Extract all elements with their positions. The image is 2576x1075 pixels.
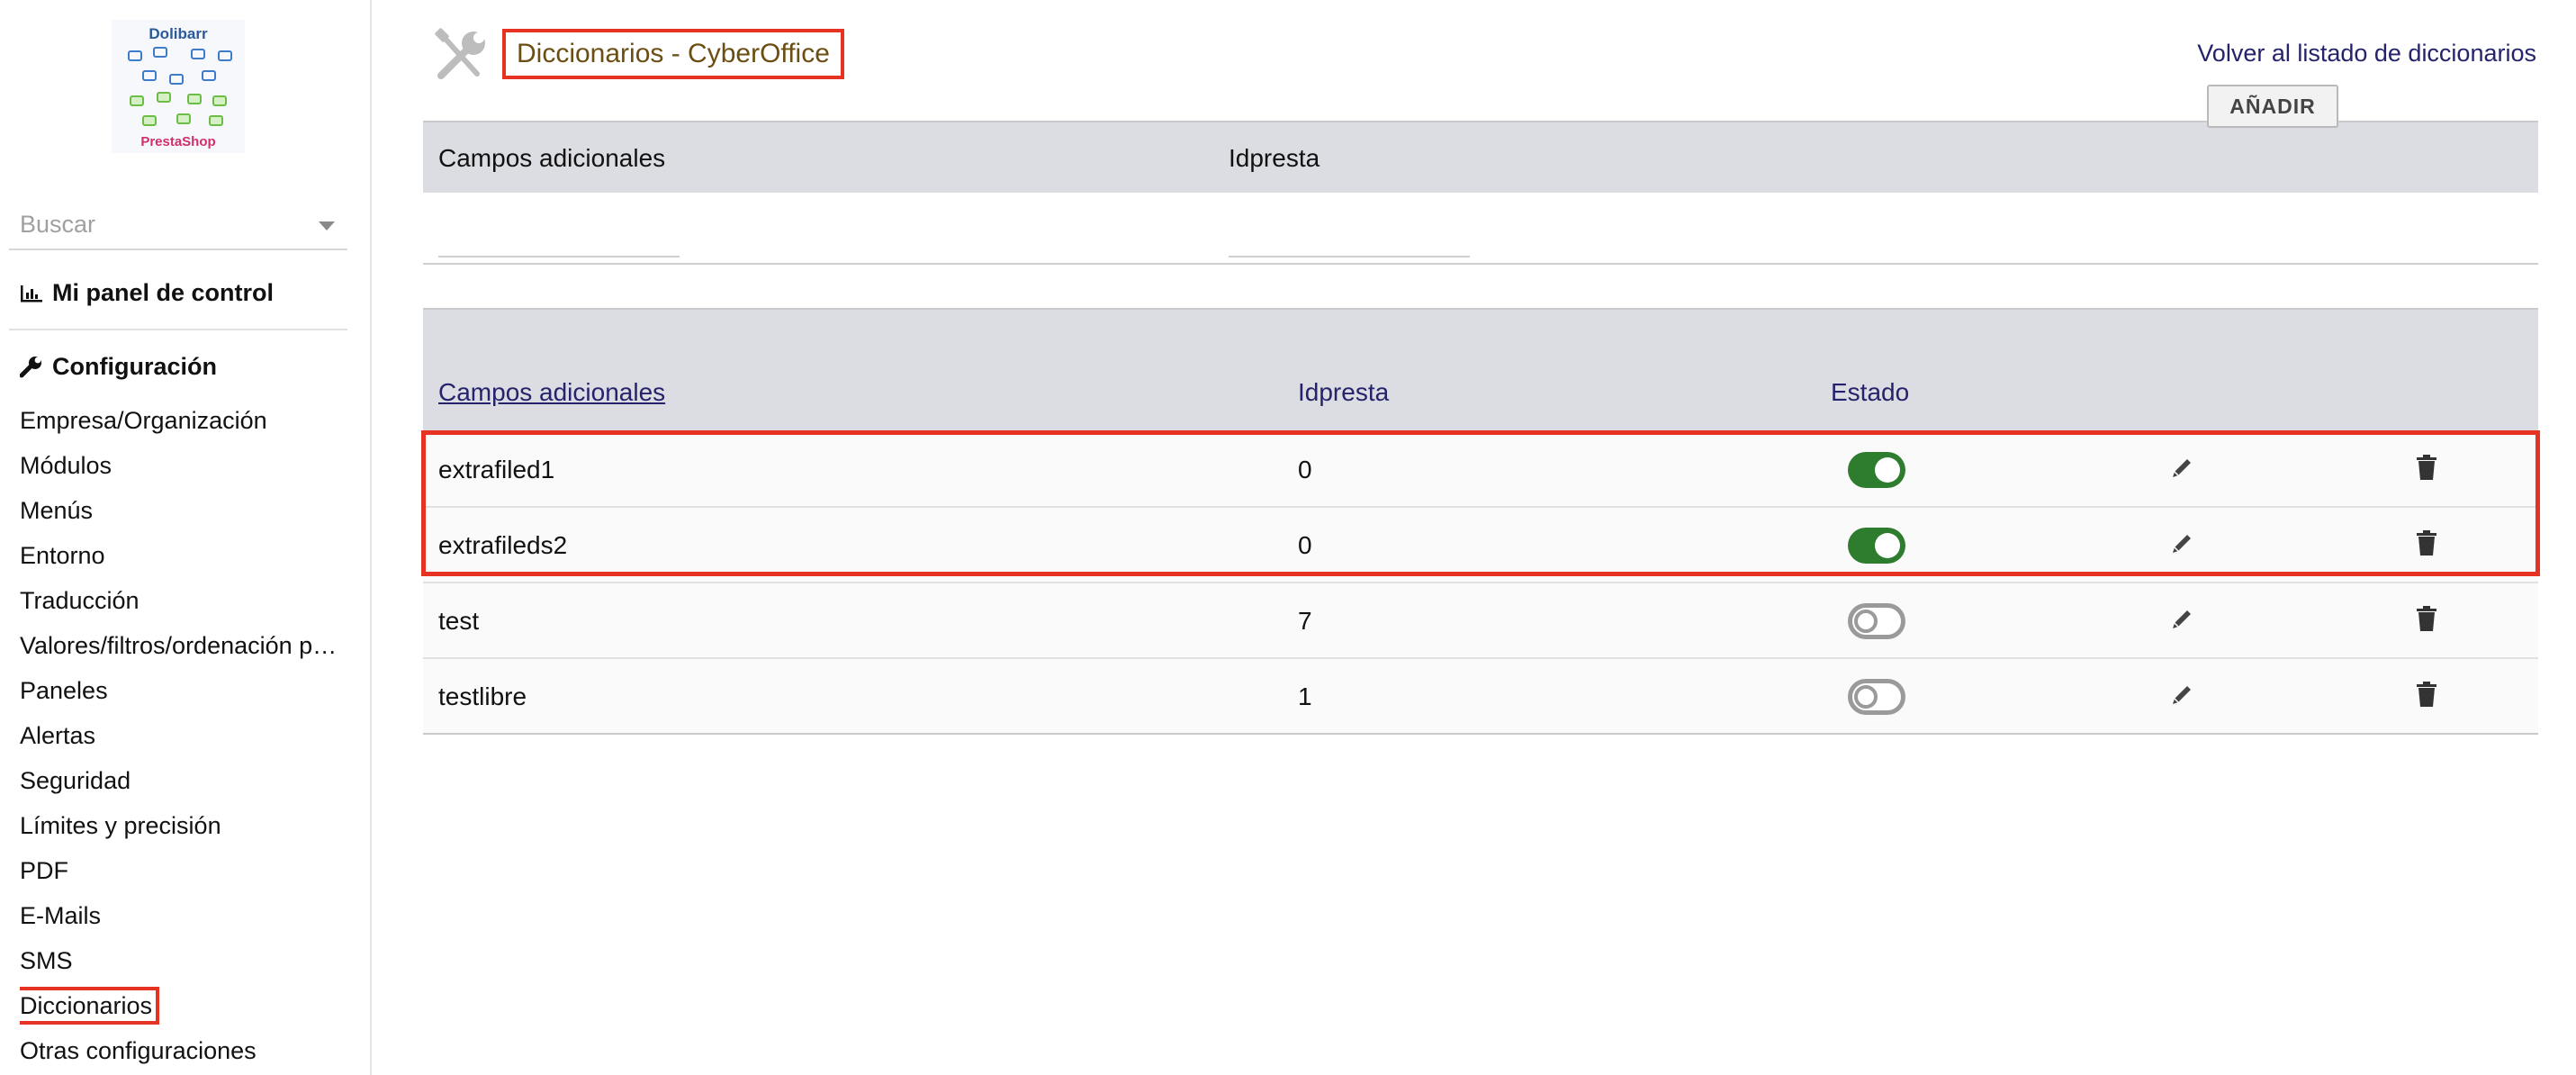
sidebar-item-emails[interactable]: E-Mails xyxy=(20,896,353,941)
search-placeholder: Buscar xyxy=(20,211,96,238)
campos-adicionales-input[interactable] xyxy=(438,221,680,257)
chart-icon xyxy=(21,285,42,302)
pencil-icon[interactable] xyxy=(2169,682,2194,708)
trash-icon[interactable] xyxy=(2415,605,2438,632)
sidebar-item-traduccion[interactable]: Traducción xyxy=(20,581,353,626)
column-header-idpresta: Idpresta xyxy=(1298,378,1390,406)
row-name: test xyxy=(438,607,480,635)
sidebar-item-limites[interactable]: Límites y precisión xyxy=(20,806,353,851)
sidebar-item-diccionarios[interactable]: Diccionarios xyxy=(20,986,353,1031)
nav-dashboard-label: Mi panel de control xyxy=(52,279,275,306)
sidebar-item-seguridad[interactable]: Seguridad xyxy=(20,761,353,806)
status-toggle-off[interactable] xyxy=(1848,603,1905,639)
pencil-icon[interactable] xyxy=(2169,531,2194,556)
dolibarr-prestashop-logo[interactable]: Dolibarr PrestaShop xyxy=(112,20,245,153)
form-header: Campos adicionales Idpresta xyxy=(423,121,2538,193)
wrench-icon xyxy=(20,356,41,377)
dictionary-table: Campos adicionales Idpresta Estado extra… xyxy=(423,308,2538,735)
row-idpresta: 0 xyxy=(1298,456,1312,483)
add-button[interactable]: AÑADIR xyxy=(2207,85,2338,128)
trash-icon[interactable] xyxy=(2415,529,2438,556)
status-toggle-on[interactable] xyxy=(1848,452,1905,488)
logo-bottom-text: PrestaShop xyxy=(140,134,216,149)
sidebar-item-valores[interactable]: Valores/filtros/ordenación p… xyxy=(20,626,353,671)
row-name: extrafiled1 xyxy=(438,456,555,483)
nav-configuration[interactable]: Configuración xyxy=(20,353,217,381)
sidebar-item-modulos[interactable]: Módulos xyxy=(20,446,353,491)
pencil-icon[interactable] xyxy=(2169,607,2194,632)
page-title: Diccionarios - CyberOffice xyxy=(502,29,844,79)
row-name: testlibre xyxy=(438,682,527,710)
sidebar-item-sms[interactable]: SMS xyxy=(20,941,353,986)
row-name: extrafileds2 xyxy=(438,531,568,559)
row-idpresta: 1 xyxy=(1298,682,1312,710)
column-header-campos[interactable]: Campos adicionales xyxy=(438,378,665,407)
sidebar-item-paneles[interactable]: Paneles xyxy=(20,671,353,716)
status-toggle-on[interactable] xyxy=(1848,528,1905,564)
sidebar-item-pdf[interactable]: PDF xyxy=(20,851,353,896)
status-toggle-off[interactable] xyxy=(1848,679,1905,715)
row-idpresta: 0 xyxy=(1298,531,1312,559)
main-content: Diccionarios - CyberOffice Volver al lis… xyxy=(421,0,2540,1075)
table-row: testlibre 1 xyxy=(423,659,2538,735)
sidebar-item-empresa[interactable]: Empresa/Organización xyxy=(20,401,353,446)
sidebar-item-otras[interactable]: Otras configuraciones xyxy=(20,1031,353,1075)
form-col-idpresta: Idpresta xyxy=(1229,144,1320,172)
logo-top-text: Dolibarr xyxy=(149,25,208,42)
table-row: test 7 xyxy=(423,583,2538,659)
config-menu: Empresa/Organización Módulos Menús Entor… xyxy=(20,401,353,1075)
trash-icon[interactable] xyxy=(2415,454,2438,481)
form-input-row xyxy=(423,193,2538,265)
back-to-dictionaries-link[interactable]: Volver al listado de diccionarios xyxy=(2197,40,2536,68)
column-header-estado: Estado xyxy=(1831,378,1910,406)
sidebar-item-alertas[interactable]: Alertas xyxy=(20,716,353,761)
tools-icon xyxy=(435,28,485,79)
table-row: extrafiled1 0 xyxy=(423,432,2538,508)
search-select[interactable]: Buscar xyxy=(9,200,347,250)
chevron-down-icon[interactable] xyxy=(319,221,335,230)
row-idpresta: 7 xyxy=(1298,607,1312,635)
divider xyxy=(9,329,347,330)
idpresta-input[interactable] xyxy=(1229,221,1470,257)
nav-configuration-label: Configuración xyxy=(52,353,217,380)
sidebar-item-menus[interactable]: Menús xyxy=(20,491,353,536)
table-header: Campos adicionales Idpresta Estado xyxy=(423,308,2538,432)
trash-icon[interactable] xyxy=(2415,681,2438,708)
add-entry-form: Campos adicionales Idpresta xyxy=(423,121,2538,265)
table-row: extrafileds2 0 xyxy=(423,508,2538,583)
form-col-campos: Campos adicionales xyxy=(438,144,666,172)
nav-dashboard[interactable]: Mi panel de control xyxy=(20,279,274,307)
sidebar-item-entorno[interactable]: Entorno xyxy=(20,536,353,581)
pencil-icon[interactable] xyxy=(2169,456,2194,481)
sidebar: Dolibarr PrestaShop Buscar Mi panel de c… xyxy=(0,0,372,1075)
